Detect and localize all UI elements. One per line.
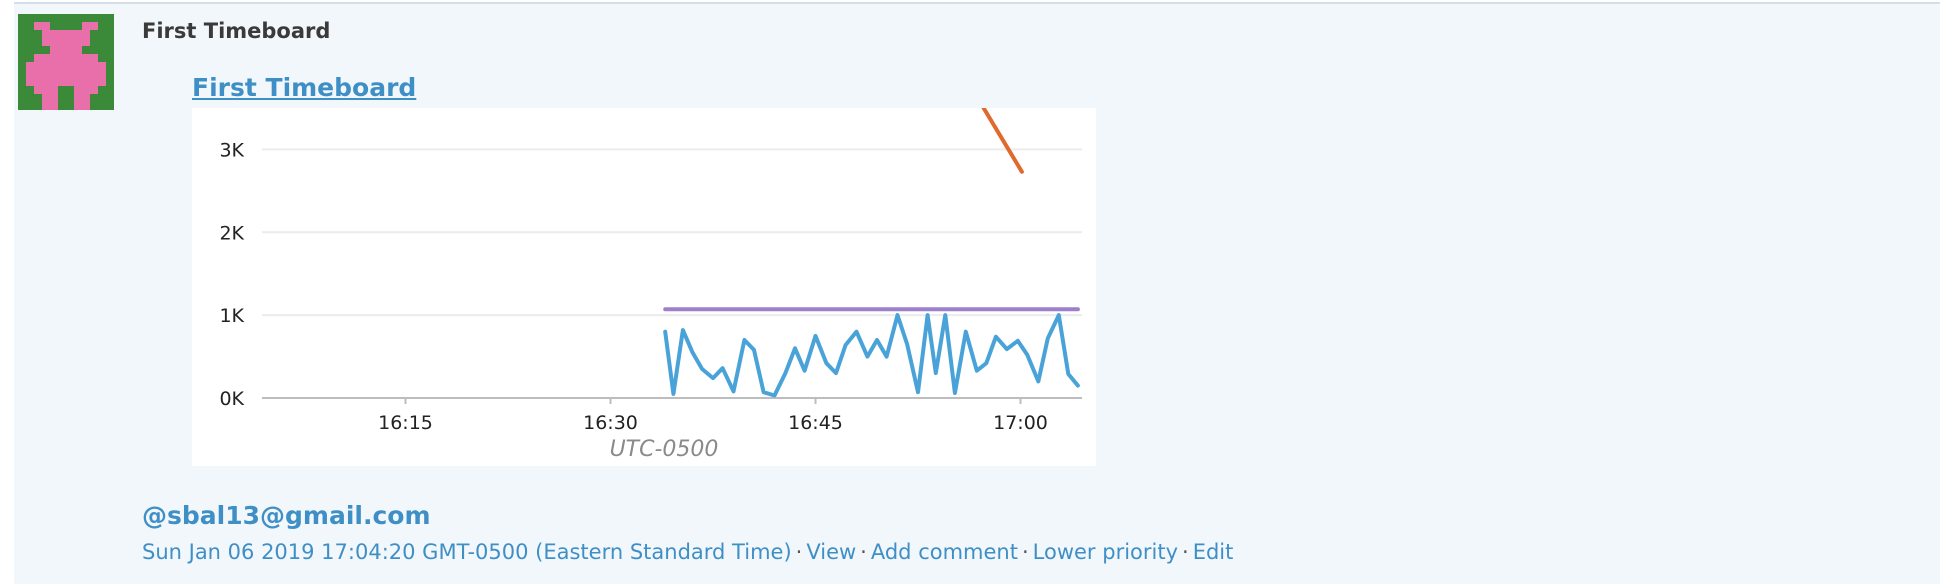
y-tick-label: 1K [219,305,244,327]
x-tick-label: 17:00 [993,412,1048,434]
lower-priority-link[interactable]: Lower priority [1033,540,1178,564]
timeseries-chart: 0K 1K 2K 3K 16:15 16:30 16:45 17:00 UTC-0500 [192,108,1096,466]
separator: · [1021,540,1029,564]
series-line [663,313,1080,398]
x-tick-label: 16:30 [583,412,638,434]
series-line [981,108,1024,174]
y-tick-label: 3K [219,139,244,161]
pixel-invader-icon [18,14,114,110]
add-comment-link[interactable]: Add comment [871,540,1018,564]
event-meta-line: Sun Jan 06 2019 17:04:20 GMT-0500 (Easte… [142,537,1233,567]
x-axis-timezone-label: UTC-0500 [610,437,719,462]
event-timestamp-link[interactable]: Sun Jan 06 2019 17:04:20 GMT-0500 (Easte… [142,540,792,564]
separator: · [860,540,867,564]
snapshot-title-link[interactable]: First Timeboard [192,70,416,106]
x-tick-label: 16:45 [788,412,843,434]
separator: · [1182,540,1189,564]
edit-link[interactable]: Edit [1193,540,1234,564]
x-tick-label: 16:15 [378,412,433,434]
chart-svg: 0K 1K 2K 3K 16:15 16:30 16:45 17:00 UTC-0500 [219,108,1082,462]
event-author: First Timeboard [142,19,331,43]
user-mention-link[interactable]: @sbal13@gmail.com [142,498,431,534]
avatar[interactable] [18,14,114,110]
event-card: First Timeboard First Timeboard 0K 1K 2K 3K… [14,2,1940,584]
y-tick-label: 2K [219,222,244,244]
view-link[interactable]: View [806,540,856,564]
separator: · [795,540,803,564]
y-tick-label: 0K [219,388,244,410]
